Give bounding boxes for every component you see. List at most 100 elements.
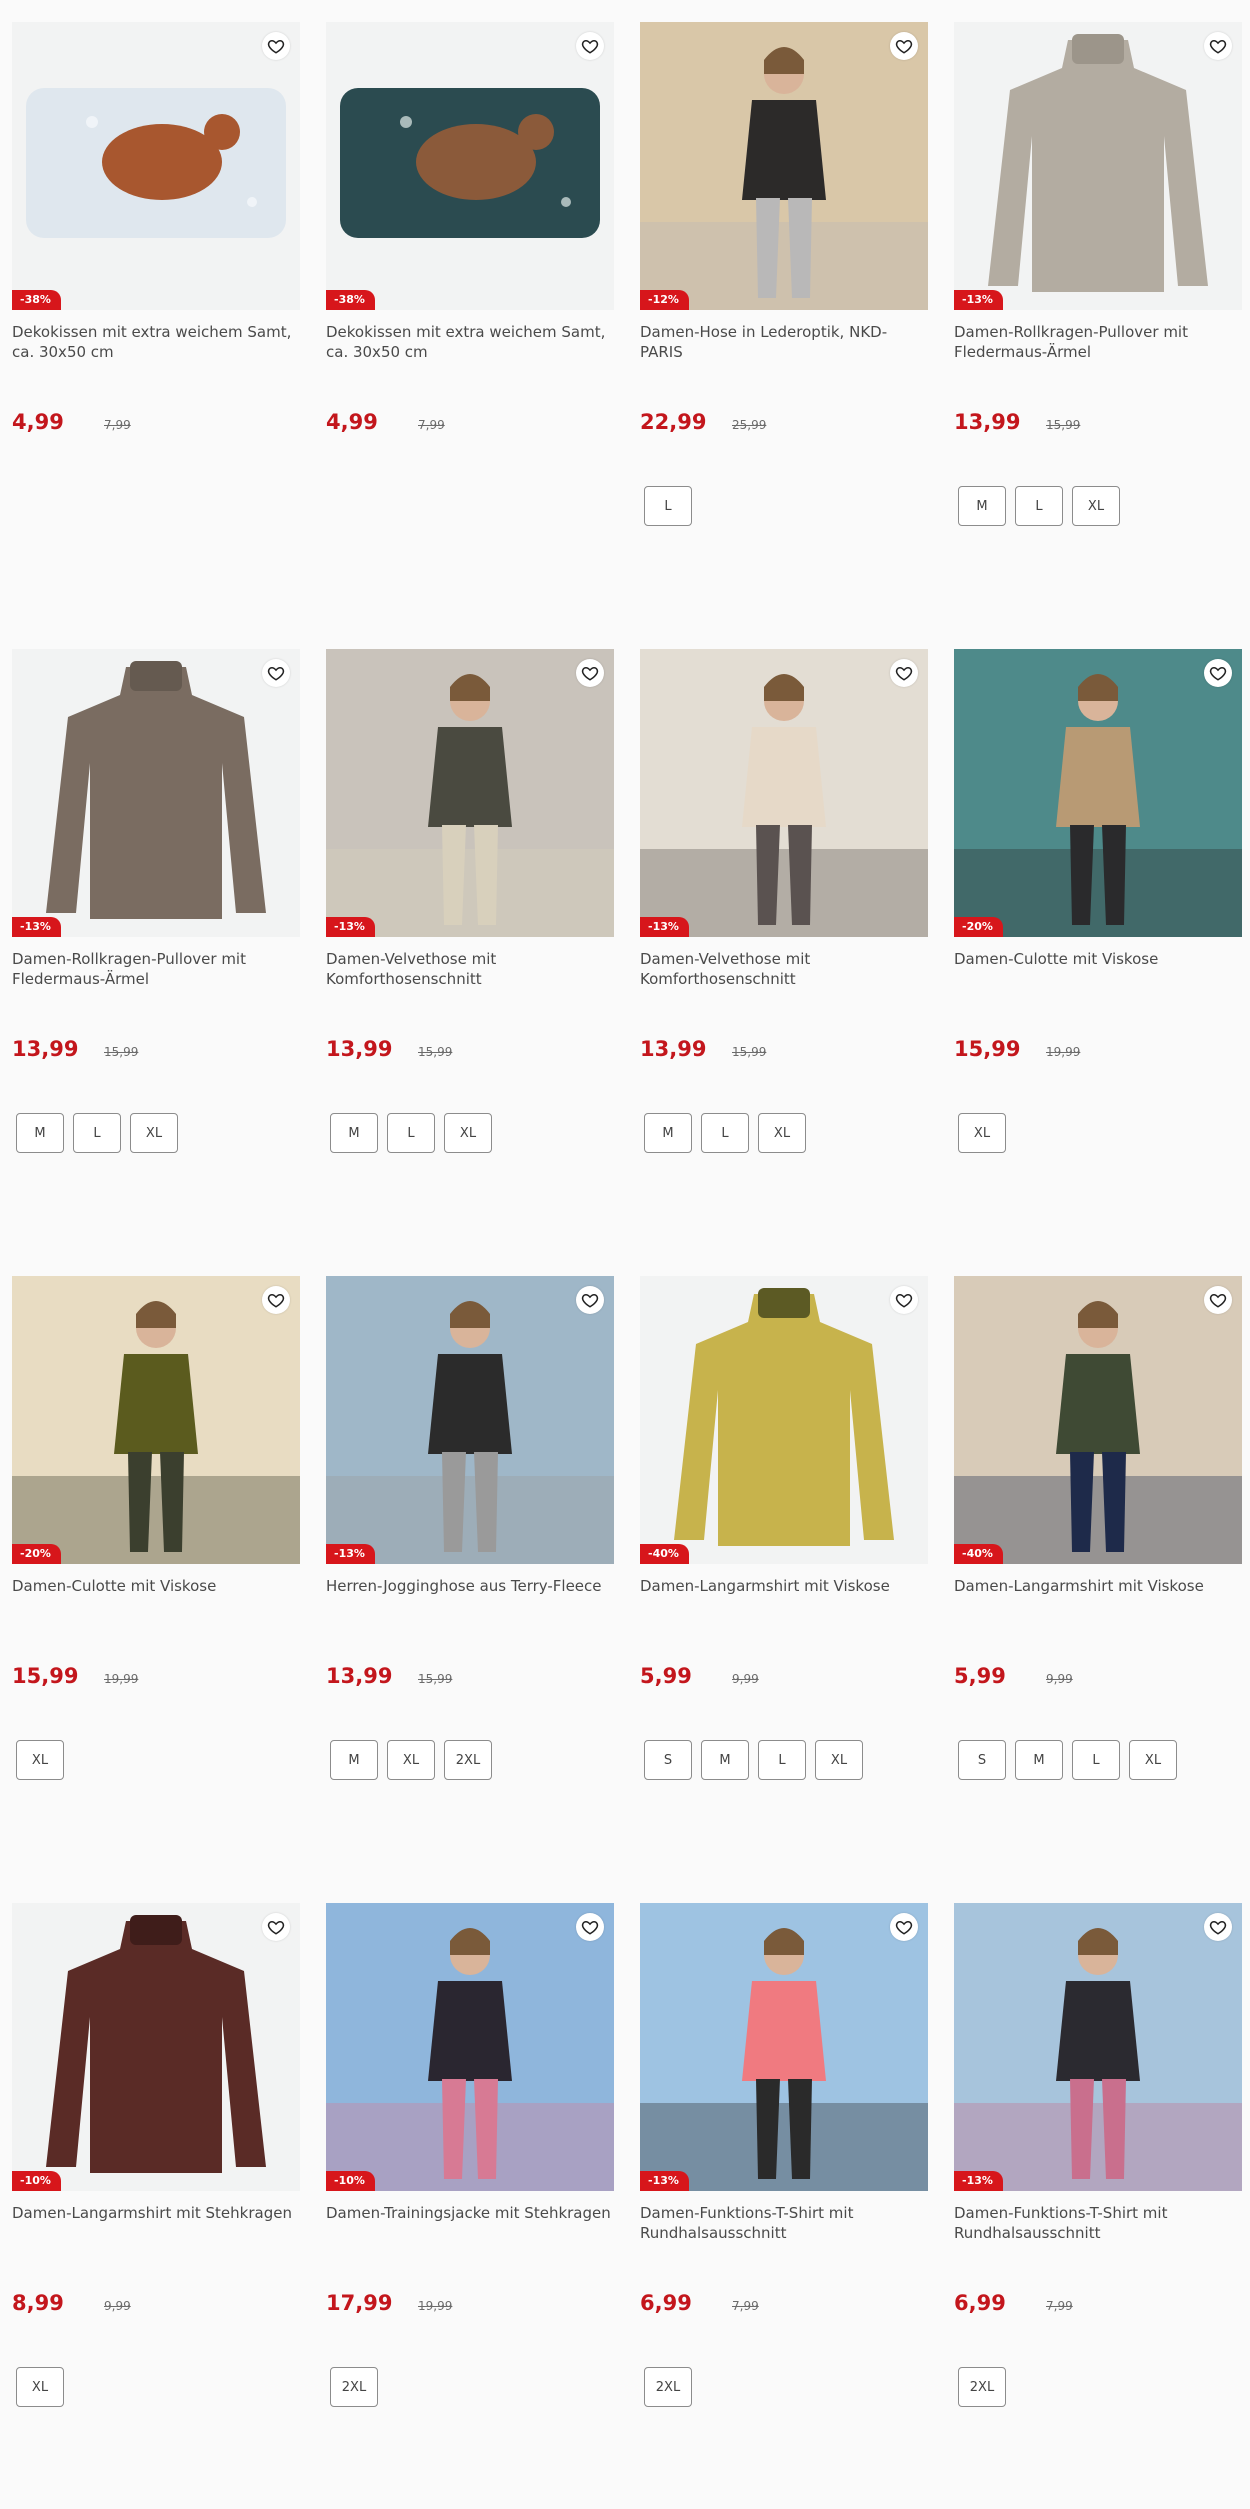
product-image[interactable]: -12%	[640, 22, 928, 310]
size-option[interactable]: XL	[1129, 1740, 1177, 1780]
wishlist-heart-icon[interactable]	[890, 1913, 918, 1941]
product-image[interactable]: -40%	[640, 1276, 928, 1564]
product-card[interactable]: -13% Damen-Velvethose mit Komforthosensc…	[640, 649, 928, 1209]
product-image[interactable]: -40%	[954, 1276, 1242, 1564]
wishlist-heart-icon[interactable]	[262, 32, 290, 60]
size-option[interactable]: S	[644, 1740, 692, 1780]
product-title[interactable]: Herren-Jogginghose aus Terry-Fleece	[326, 1576, 614, 1616]
product-card[interactable]: -13% Herren-Jogginghose aus Terry-Fleece…	[326, 1276, 614, 1836]
product-image[interactable]: -13%	[12, 649, 300, 937]
size-option[interactable]: L	[644, 486, 692, 526]
product-card[interactable]: -13% Damen-Rollkragen-Pullover mit Flede…	[954, 22, 1242, 582]
wishlist-heart-icon[interactable]	[576, 32, 604, 60]
product-title[interactable]: Damen-Rollkragen-Pullover mit Fledermaus…	[954, 322, 1242, 362]
size-option[interactable]: M	[644, 1113, 692, 1153]
product-title[interactable]: Damen-Langarmshirt mit Viskose	[640, 1576, 928, 1616]
product-title[interactable]: Damen-Funktions-T-Shirt mit Rundhalsauss…	[640, 2203, 928, 2243]
size-option[interactable]: L	[1072, 1740, 1120, 1780]
product-title[interactable]: Damen-Culotte mit Viskose	[12, 1576, 300, 1616]
size-option[interactable]: 2XL	[330, 2367, 378, 2407]
wishlist-heart-icon[interactable]	[890, 1286, 918, 1314]
size-option[interactable]: S	[958, 1740, 1006, 1780]
product-card[interactable]: -20% Damen-Culotte mit Viskose 15,99 19,…	[12, 1276, 300, 1836]
size-option[interactable]: M	[330, 1740, 378, 1780]
wishlist-heart-icon[interactable]	[262, 659, 290, 687]
wishlist-heart-icon[interactable]	[262, 1286, 290, 1314]
size-option[interactable]: M	[16, 1113, 64, 1153]
product-card[interactable]: -40% Damen-Langarmshirt mit Viskose 5,99…	[640, 1276, 928, 1836]
wishlist-heart-icon[interactable]	[576, 1286, 604, 1314]
size-option[interactable]: M	[958, 486, 1006, 526]
product-image[interactable]: -38%	[12, 22, 300, 310]
product-image[interactable]: -13%	[954, 22, 1242, 310]
size-option[interactable]: XL	[1072, 486, 1120, 526]
wishlist-heart-icon[interactable]	[1204, 1913, 1232, 1941]
product-title[interactable]: Damen-Hose in Lederoptik, NKD-PARIS	[640, 322, 928, 362]
product-card[interactable]: -38% Dekokissen mit extra weichem Samt, …	[12, 22, 300, 582]
product-title[interactable]: Dekokissen mit extra weichem Samt, ca. 3…	[12, 322, 300, 362]
size-option[interactable]: XL	[815, 1740, 863, 1780]
size-option[interactable]: M	[1015, 1740, 1063, 1780]
product-card[interactable]: -20% Damen-Culotte mit Viskose 15,99 19,…	[954, 649, 1242, 1209]
wishlist-heart-icon[interactable]	[576, 659, 604, 687]
product-title[interactable]: Damen-Trainingsjacke mit Stehkragen	[326, 2203, 614, 2243]
discount-badge: -20%	[954, 917, 1003, 937]
size-option[interactable]: 2XL	[958, 2367, 1006, 2407]
product-image[interactable]: -20%	[12, 1276, 300, 1564]
wishlist-heart-icon[interactable]	[890, 32, 918, 60]
size-option[interactable]: XL	[758, 1113, 806, 1153]
size-option[interactable]: XL	[130, 1113, 178, 1153]
product-title[interactable]: Damen-Velvethose mit Komforthosenschnitt	[326, 949, 614, 989]
product-image[interactable]: -20%	[954, 649, 1242, 937]
size-option[interactable]: XL	[387, 1740, 435, 1780]
product-image[interactable]: -10%	[326, 1903, 614, 2191]
product-title[interactable]: Damen-Langarmshirt mit Stehkragen	[12, 2203, 300, 2243]
product-card[interactable]: -13% Damen-Funktions-T-Shirt mit Rundhal…	[954, 1903, 1242, 2463]
current-price: 15,99	[954, 1037, 1021, 1061]
size-option[interactable]: L	[1015, 486, 1063, 526]
size-option[interactable]: L	[73, 1113, 121, 1153]
product-title[interactable]: Damen-Rollkragen-Pullover mit Fledermaus…	[12, 949, 300, 989]
price-row: 13,99 15,99	[640, 1037, 928, 1067]
product-card[interactable]: -10% Damen-Trainingsjacke mit Stehkragen…	[326, 1903, 614, 2463]
current-price: 5,99	[954, 1664, 1006, 1688]
wishlist-heart-icon[interactable]	[890, 659, 918, 687]
product-card[interactable]: -13% Damen-Funktions-T-Shirt mit Rundhal…	[640, 1903, 928, 2463]
wishlist-heart-icon[interactable]	[262, 1913, 290, 1941]
product-card[interactable]: -13% Damen-Velvethose mit Komforthosensc…	[326, 649, 614, 1209]
product-card[interactable]: -13% Damen-Rollkragen-Pullover mit Flede…	[12, 649, 300, 1209]
product-card[interactable]: -12% Damen-Hose in Lederoptik, NKD-PARIS…	[640, 22, 928, 582]
size-option[interactable]: L	[758, 1740, 806, 1780]
product-image[interactable]: -13%	[326, 649, 614, 937]
product-image[interactable]: -38%	[326, 22, 614, 310]
wishlist-heart-icon[interactable]	[576, 1913, 604, 1941]
size-option[interactable]: 2XL	[644, 2367, 692, 2407]
size-option[interactable]: XL	[16, 2367, 64, 2407]
product-image[interactable]: -13%	[640, 1903, 928, 2191]
wishlist-heart-icon[interactable]	[1204, 1286, 1232, 1314]
product-image[interactable]: -13%	[640, 649, 928, 937]
size-option[interactable]: XL	[958, 1113, 1006, 1153]
size-option[interactable]: L	[701, 1113, 749, 1153]
product-title[interactable]: Dekokissen mit extra weichem Samt, ca. 3…	[326, 322, 614, 362]
product-title[interactable]: Damen-Velvethose mit Komforthosenschnitt	[640, 949, 928, 989]
discount-badge: -12%	[640, 290, 689, 310]
product-image[interactable]: -13%	[326, 1276, 614, 1564]
product-card[interactable]: -38% Dekokissen mit extra weichem Samt, …	[326, 22, 614, 582]
product-title[interactable]: Damen-Funktions-T-Shirt mit Rundhalsauss…	[954, 2203, 1242, 2243]
old-price: 7,99	[732, 2299, 759, 2313]
product-image[interactable]: -10%	[12, 1903, 300, 2191]
size-option[interactable]: M	[701, 1740, 749, 1780]
size-option[interactable]: XL	[444, 1113, 492, 1153]
product-card[interactable]: -10% Damen-Langarmshirt mit Stehkragen 8…	[12, 1903, 300, 2463]
product-title[interactable]: Damen-Culotte mit Viskose	[954, 949, 1242, 989]
size-option[interactable]: L	[387, 1113, 435, 1153]
product-image[interactable]: -13%	[954, 1903, 1242, 2191]
product-title[interactable]: Damen-Langarmshirt mit Viskose	[954, 1576, 1242, 1616]
size-option[interactable]: M	[330, 1113, 378, 1153]
wishlist-heart-icon[interactable]	[1204, 32, 1232, 60]
wishlist-heart-icon[interactable]	[1204, 659, 1232, 687]
product-card[interactable]: -40% Damen-Langarmshirt mit Viskose 5,99…	[954, 1276, 1242, 1836]
size-option[interactable]: 2XL	[444, 1740, 492, 1780]
size-option[interactable]: XL	[16, 1740, 64, 1780]
